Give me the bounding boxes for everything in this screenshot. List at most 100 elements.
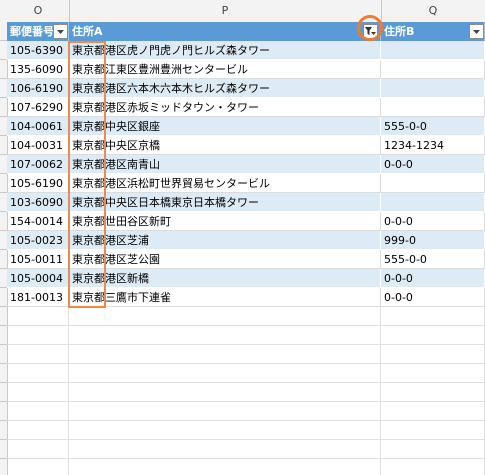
cell-address-a[interactable]: 東京都港区虎ノ門虎ノ門ヒルズ森タワー [69, 41, 381, 60]
row-divider [0, 78, 7, 79]
dropdown-arrow-icon [57, 30, 64, 34]
row-divider [0, 363, 7, 364]
dropdown-arrow-icon [473, 30, 480, 34]
cell-zip[interactable]: 181-0013 [7, 288, 69, 307]
cell-zip[interactable]: 105-6190 [7, 174, 69, 193]
row-divider [0, 135, 7, 136]
row-divider [0, 211, 7, 212]
empty-row [7, 402, 485, 421]
cell-address-b[interactable] [381, 79, 485, 98]
cell-zip[interactable]: 135-6090 [7, 60, 69, 79]
empty-cell[interactable] [69, 345, 381, 364]
cell-zip[interactable]: 107-0062 [7, 155, 69, 174]
row-divider [0, 458, 7, 459]
cell-address-a[interactable]: 東京都三鷹市下連雀 [69, 288, 381, 307]
cell-address-b[interactable]: 0-0-0 [381, 155, 485, 174]
empty-cell[interactable] [7, 402, 69, 421]
empty-cell[interactable] [69, 364, 381, 383]
cell-address-b[interactable] [381, 193, 485, 212]
empty-cell[interactable] [69, 421, 381, 440]
empty-row [7, 421, 485, 440]
empty-cell[interactable] [7, 345, 69, 364]
empty-cell[interactable] [381, 440, 485, 459]
header-label-address-b: 住所B [384, 25, 415, 38]
empty-cell[interactable] [7, 383, 69, 402]
row-divider [0, 268, 7, 269]
column-letter-p[interactable]: P [69, 0, 382, 22]
empty-cell[interactable] [381, 459, 485, 475]
cell-address-b[interactable] [381, 98, 485, 117]
empty-cell[interactable] [381, 326, 485, 345]
empty-cell[interactable] [7, 440, 69, 459]
cell-zip[interactable]: 105-0004 [7, 269, 69, 288]
empty-cell[interactable] [381, 421, 485, 440]
cell-zip[interactable]: 106-6190 [7, 79, 69, 98]
cell-zip[interactable]: 104-0061 [7, 117, 69, 136]
cell-address-b[interactable]: 1234-1234 [381, 136, 485, 155]
empty-cell[interactable] [69, 440, 381, 459]
row-divider [0, 173, 7, 174]
empty-cell[interactable] [381, 364, 485, 383]
cell-address-b[interactable]: 555-0-0 [381, 117, 485, 136]
cell-address-a[interactable]: 東京都港区芝公園 [69, 250, 381, 269]
empty-row [7, 383, 485, 402]
row-divider [0, 59, 7, 60]
cell-address-a[interactable]: 東京都港区芝浦 [69, 231, 381, 250]
cell-address-b[interactable] [381, 174, 485, 193]
filter-button-address-b[interactable] [469, 24, 484, 39]
cell-address-b[interactable] [381, 41, 485, 60]
annotation-highlight-box [68, 41, 106, 308]
cell-zip[interactable]: 105-0023 [7, 231, 69, 250]
row-divider [0, 325, 7, 326]
cell-address-b[interactable]: 0-0-0 [381, 288, 485, 307]
empty-cell[interactable] [69, 326, 381, 345]
cell-zip[interactable]: 154-0014 [7, 212, 69, 231]
cell-address-a[interactable]: 東京都江東区豊洲豊洲センタービル [69, 60, 381, 79]
cell-address-a[interactable]: 東京都港区新橋 [69, 269, 381, 288]
header-label-zip: 郵便番号 [10, 25, 54, 38]
empty-cell[interactable] [69, 307, 381, 326]
empty-row [7, 440, 485, 459]
cell-zip[interactable]: 104-0031 [7, 136, 69, 155]
empty-cell[interactable] [69, 383, 381, 402]
cell-address-a[interactable]: 東京都中央区日本橋東京日本橋タワー [69, 193, 381, 212]
cell-address-a[interactable]: 東京都中央区京橋 [69, 136, 381, 155]
row-divider [0, 97, 7, 98]
empty-cell[interactable] [69, 402, 381, 421]
empty-row [7, 459, 485, 475]
empty-cell[interactable] [7, 326, 69, 345]
empty-cell[interactable] [7, 459, 69, 475]
cell-address-a[interactable]: 東京都港区赤坂ミッドタウン・タワー [69, 98, 381, 117]
cell-zip[interactable]: 103-6090 [7, 193, 69, 212]
cell-address-a[interactable]: 東京都中央区銀座 [69, 117, 381, 136]
empty-cell[interactable] [7, 364, 69, 383]
row-divider [0, 116, 7, 117]
row-divider [0, 439, 7, 440]
filter-button-zip[interactable] [53, 24, 68, 39]
row-divider [0, 420, 7, 421]
cell-address-b[interactable] [381, 60, 485, 79]
empty-row [7, 326, 485, 345]
cell-address-a[interactable]: 東京都港区浜松町世界貿易センタービル [69, 174, 381, 193]
cell-address-a[interactable]: 東京都港区六本木六本木ヒルズ森タワー [69, 79, 381, 98]
empty-cell[interactable] [7, 421, 69, 440]
empty-cell[interactable] [381, 402, 485, 421]
annotation-circle [357, 15, 383, 41]
cell-zip[interactable]: 105-0011 [7, 250, 69, 269]
cell-address-b[interactable]: 555-0-0 [381, 250, 485, 269]
empty-cell[interactable] [381, 345, 485, 364]
empty-cell[interactable] [381, 383, 485, 402]
column-letter-q[interactable]: Q [381, 0, 485, 22]
cell-zip[interactable]: 107-6290 [7, 98, 69, 117]
cell-address-b[interactable]: 0-0-0 [381, 212, 485, 231]
cell-zip[interactable]: 105-6390 [7, 41, 69, 60]
empty-cell[interactable] [69, 459, 381, 475]
header-cell-address-a[interactable]: 住所A [69, 22, 381, 41]
empty-cell[interactable] [7, 307, 69, 326]
empty-cell[interactable] [381, 307, 485, 326]
cell-address-b[interactable]: 0-0-0 [381, 269, 485, 288]
cell-address-a[interactable]: 東京都世田谷区新町 [69, 212, 381, 231]
column-letter-o[interactable]: O [7, 0, 70, 22]
cell-address-b[interactable]: 999-0 [381, 231, 485, 250]
cell-address-a[interactable]: 東京都港区南青山 [69, 155, 381, 174]
